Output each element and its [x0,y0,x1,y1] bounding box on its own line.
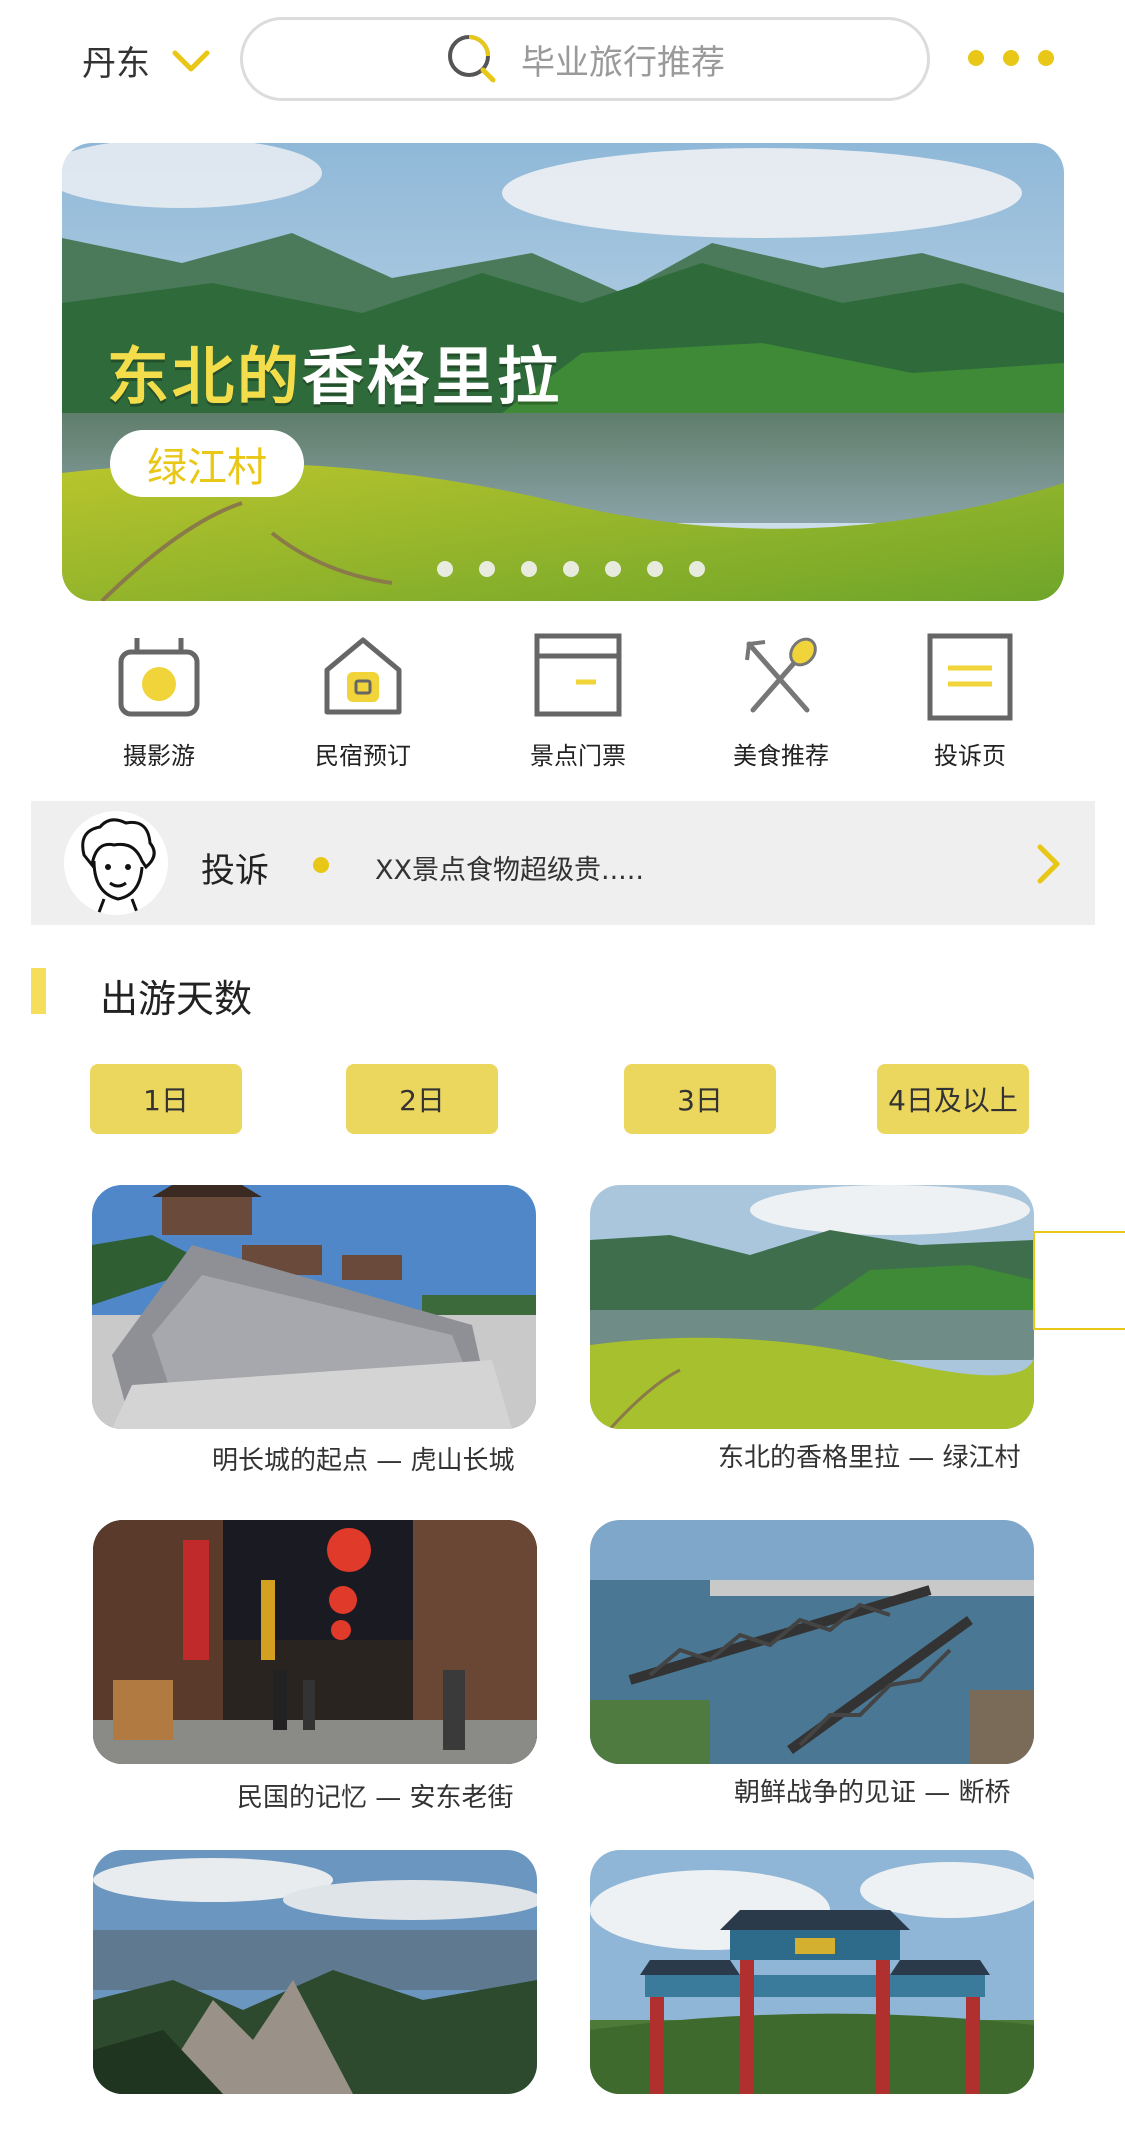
card-caption: 民国的记忆 — 安东老街 [237,1783,514,1813]
carousel-indicator [437,561,705,577]
carousel-dot[interactable] [437,561,453,577]
attraction-card[interactable]: 东北的香格里拉 — 绿江村 [590,1185,1034,1473]
great-wall-image [92,1185,536,1429]
attraction-card[interactable]: 民国的记忆 — 安东老街 [93,1520,537,1813]
day-filter-2[interactable]: 2日 [346,1064,498,1134]
chevron-down-icon [172,50,210,71]
river-valley-image [590,1185,1034,1429]
category-label: 民宿预订 [315,742,411,770]
carousel-dot[interactable] [479,561,495,577]
card-caption: 东北的香格里拉 — 绿江村 [718,1443,1021,1473]
camera-icon [118,638,200,717]
carousel-dot[interactable] [563,561,579,577]
ticket-icon [534,633,622,717]
card-caption: 明长城的起点 — 虎山长城 [212,1446,515,1476]
carousel-dot[interactable] [689,561,705,577]
day-filter-1[interactable]: 1日 [90,1064,242,1134]
search-input[interactable]: 毕业旅行推荐 [240,17,930,101]
attraction-card[interactable]: 朝鲜战争的见证 — 断桥 [590,1520,1034,1808]
category-complaint[interactable]: 投诉页 [895,630,1045,771]
category-photography[interactable]: 摄影游 [84,630,234,771]
city-selector[interactable]: 丹东 [82,36,210,85]
attraction-card[interactable] [93,1850,537,2094]
house-icon [324,637,402,715]
attraction-card[interactable]: 明长城的起点 — 虎山长城 [92,1185,536,1476]
mountain-peak-image [93,1850,537,2094]
complaint-notice-bar[interactable]: 投诉 XX景点食物超级贵..... [31,801,1095,925]
carousel-dot[interactable] [521,561,537,577]
avatar-cartoon-image [64,811,168,915]
search-icon [448,35,496,83]
old-street-image [93,1520,537,1764]
banner-tag[interactable]: 绿江村 [110,430,304,497]
category-label: 景点门票 [530,742,626,770]
broken-bridge-image [590,1520,1034,1764]
section-marker [31,968,46,1014]
category-food[interactable]: 美食推荐 [706,630,856,771]
section-title: 出游天数 [100,977,253,1021]
header-bar: 丹东 毕业旅行推荐 [0,0,1125,125]
carousel-dot[interactable] [647,561,663,577]
document-icon [927,633,1013,721]
category-tickets[interactable]: 景点门票 [503,630,653,771]
side-floating-tab[interactable] [1033,1231,1125,1330]
banner-title-part2: 香格里拉 [302,340,563,413]
chevron-right-icon [1037,844,1060,884]
category-label: 摄影游 [123,742,195,770]
category-nav: 摄影游 民宿预订 景点门票 美食推荐 投诉页 [0,630,1125,780]
more-dot [1038,50,1054,66]
memorial-archway-image [590,1850,1034,2094]
category-homestay[interactable]: 民宿预订 [288,630,438,771]
more-dot [1003,50,1019,66]
carousel-dot[interactable] [605,561,621,577]
utensils-icon [745,637,817,713]
more-dot [968,50,984,66]
day-filter-4-plus[interactable]: 4日及以上 [877,1064,1029,1134]
complaint-title: 投诉 [201,851,269,891]
attraction-card[interactable] [590,1850,1034,2094]
category-label: 美食推荐 [733,742,829,770]
banner-title-part1: 东北的 [107,340,303,413]
hero-banner[interactable]: 东北的香格里拉 绿江村 [62,143,1064,601]
status-dot [313,857,329,873]
banner-title: 东北的香格里拉 [107,326,562,416]
search-placeholder: 毕业旅行推荐 [521,42,725,83]
day-filter-3[interactable]: 3日 [624,1064,776,1134]
complaint-text: XX景点食物超级贵..... [375,855,644,886]
city-label: 丹东 [82,44,150,84]
card-caption: 朝鲜战争的见证 — 断桥 [734,1778,1011,1808]
avatar [64,811,168,915]
more-menu-icon[interactable] [968,50,1054,66]
category-label: 投诉页 [934,742,1006,770]
